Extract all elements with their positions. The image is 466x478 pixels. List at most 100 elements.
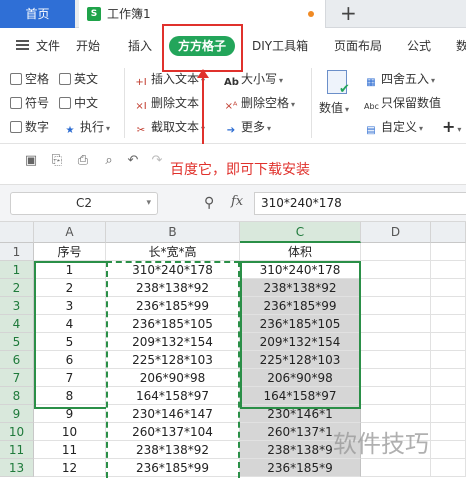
cell[interactable] <box>431 459 466 477</box>
cell[interactable] <box>431 279 466 297</box>
cell[interactable] <box>431 315 466 333</box>
col-header-e[interactable] <box>431 222 466 243</box>
check-space[interactable]: 空格 <box>10 71 49 87</box>
cell-dims[interactable]: 225*128*103 <box>106 351 240 369</box>
cell-volume[interactable]: 230*146*1 <box>240 405 361 423</box>
cell[interactable] <box>361 369 431 387</box>
header-cell-seq[interactable]: 序号 <box>34 243 106 261</box>
col-header-b[interactable]: B <box>106 222 240 243</box>
check-symbol[interactable]: 符号 <box>10 95 49 111</box>
keep-numeric-button[interactable]: Abc 只保留数值 <box>364 95 441 114</box>
name-box[interactable]: C2 ▾ <box>10 192 158 215</box>
cell-seq[interactable]: 6 <box>34 351 106 369</box>
cell-seq[interactable]: 8 <box>34 387 106 405</box>
cell-seq[interactable]: 4 <box>34 315 106 333</box>
cell-seq[interactable]: 3 <box>34 297 106 315</box>
cell[interactable] <box>361 387 431 405</box>
col-header-a[interactable]: A <box>34 222 106 243</box>
cell-dims[interactable]: 236*185*105 <box>106 315 240 333</box>
corner-cell[interactable] <box>0 222 34 243</box>
delete-text-button[interactable]: ×I 删除文本 <box>134 95 199 114</box>
col-header-d[interactable]: D <box>361 222 431 243</box>
save-icon[interactable]: ▣ <box>24 154 38 168</box>
formula-input[interactable]: 310*240*178 <box>254 192 466 215</box>
row-header[interactable]: 11 <box>0 441 34 459</box>
new-tab-plus-icon[interactable]: + <box>340 1 357 25</box>
cell-seq[interactable]: 10 <box>34 423 106 441</box>
cell[interactable] <box>361 279 431 297</box>
tab-home[interactable]: 首页 <box>0 0 75 28</box>
row-header[interactable]: 8 <box>0 387 34 405</box>
cell-dims[interactable]: 310*240*178 <box>106 261 240 279</box>
cell-seq[interactable]: 5 <box>34 333 106 351</box>
cell[interactable] <box>361 297 431 315</box>
cell[interactable] <box>361 315 431 333</box>
cell-seq[interactable]: 11 <box>34 441 106 459</box>
cell-volume[interactable]: 236*185*99 <box>240 297 361 315</box>
cell[interactable] <box>431 387 466 405</box>
hamburger-menu-icon[interactable] <box>16 40 29 50</box>
insert-text-button[interactable]: +I插入文本▾ <box>134 71 205 90</box>
cell-dims[interactable]: 238*138*92 <box>106 441 240 459</box>
cell-dims[interactable]: 230*146*147 <box>106 405 240 423</box>
header-cell-volume[interactable]: 体积 <box>240 243 361 261</box>
row-header[interactable]: 10 <box>0 423 34 441</box>
row-header[interactable]: 13 <box>0 459 34 477</box>
cell[interactable] <box>431 333 466 351</box>
cell[interactable] <box>431 423 466 441</box>
menu-diy-toolbox[interactable]: DIY工具箱 <box>252 37 308 54</box>
cell-seq[interactable]: 9 <box>34 405 106 423</box>
cell[interactable] <box>361 351 431 369</box>
cell[interactable] <box>361 459 431 477</box>
case-button[interactable]: Ab 大小写 ▾ <box>224 71 283 90</box>
menu-page-layout[interactable]: 页面布局 <box>334 37 382 54</box>
cell[interactable] <box>106 459 240 477</box>
cell-seq[interactable]: 7 <box>34 369 106 387</box>
cell-volume[interactable]: 225*128*103 <box>240 351 361 369</box>
cell-dims[interactable]: 260*137*104 <box>106 423 240 441</box>
cell[interactable] <box>361 243 431 261</box>
menu-data[interactable]: 数 <box>456 37 466 54</box>
cell[interactable] <box>361 405 431 423</box>
check-chinese[interactable]: 中文 <box>59 95 98 111</box>
cell-volume[interactable]: 238*138*92 <box>240 279 361 297</box>
cell[interactable] <box>361 333 431 351</box>
cell-seq[interactable]: 1 <box>34 261 106 279</box>
fx-icon[interactable]: fx <box>231 194 243 209</box>
cell-volume[interactable]: 236*185*9 <box>240 459 361 477</box>
row-header[interactable]: 7 <box>0 369 34 387</box>
cell[interactable] <box>431 405 466 423</box>
numeric-button[interactable]: ✔ 数值 ▾ <box>318 68 356 120</box>
cell-dims[interactable]: 164*158*97 <box>106 387 240 405</box>
cell-volume[interactable]: 206*90*98 <box>240 369 361 387</box>
round-button[interactable]: ▦ 四舍五入 ▾ <box>364 71 435 90</box>
execute-button[interactable]: ★ 执行 ▾ <box>63 119 111 138</box>
delete-space-button[interactable]: ×ᴬ 删除空格 ▾ <box>224 95 295 114</box>
menu-file[interactable]: 文件 <box>36 37 60 54</box>
cell-dims[interactable]: 236*185*99 <box>106 297 240 315</box>
print-icon[interactable]: ⎙ <box>76 154 90 168</box>
cell-volume[interactable]: 164*158*97 <box>240 387 361 405</box>
cell-volume[interactable]: 236*185*105 <box>240 315 361 333</box>
cell-volume[interactable]: 209*132*154 <box>240 333 361 351</box>
redo-icon[interactable]: ↷ <box>150 154 164 168</box>
undo-icon[interactable]: ↶ <box>126 154 140 168</box>
row-header[interactable]: 3 <box>0 297 34 315</box>
menu-formula[interactable]: 公式 <box>407 37 431 54</box>
add-plus-icon[interactable]: + ▾ <box>442 119 461 138</box>
more-button[interactable]: ➔ 更多 ▾ <box>224 119 271 138</box>
cell[interactable] <box>431 297 466 315</box>
cell[interactable] <box>34 459 106 477</box>
cell-seq[interactable]: 2 <box>34 279 106 297</box>
cell-volume[interactable]: 310*240*178 <box>240 261 361 279</box>
pdf-icon[interactable]: ⎘ <box>50 154 64 168</box>
row-header[interactable]: 2 <box>0 279 34 297</box>
print-preview-icon[interactable]: ⌕ <box>102 154 116 168</box>
menu-insert[interactable]: 插入 <box>128 37 152 54</box>
cut-text-button[interactable]: ✂截取文本▾ <box>134 119 205 138</box>
check-number[interactable]: 数字 <box>10 119 49 135</box>
custom-button[interactable]: ▤ 自定义 ▾ <box>364 119 423 138</box>
col-header-c[interactable]: C <box>240 222 361 243</box>
cell[interactable] <box>431 261 466 279</box>
cell[interactable] <box>431 441 466 459</box>
